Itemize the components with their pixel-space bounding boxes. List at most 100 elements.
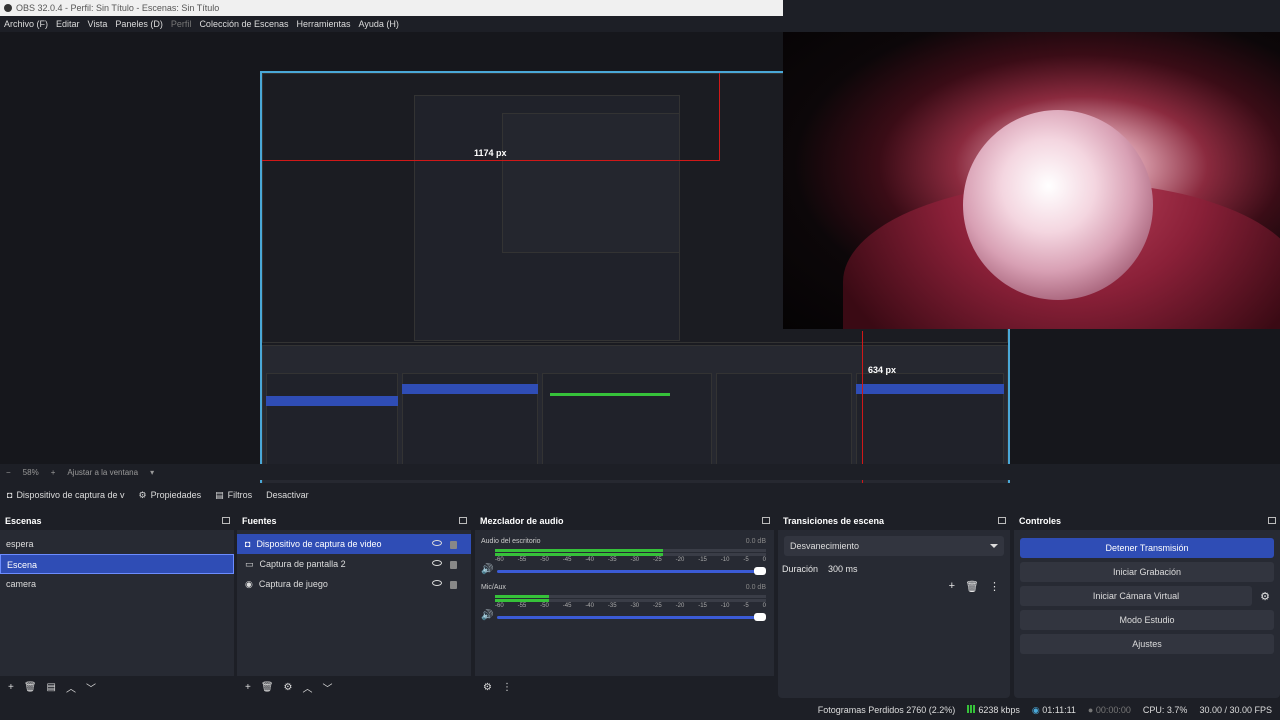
trash-icon[interactable]: 🗑 bbox=[965, 580, 979, 593]
mixer-header: Mezclador de audio bbox=[475, 512, 774, 530]
fit-dropdown-icon[interactable]: ▾ bbox=[150, 468, 154, 477]
eye-icon[interactable] bbox=[432, 560, 442, 566]
meter-tick-label: -35 bbox=[607, 557, 617, 563]
webcam-feed bbox=[783, 32, 1280, 329]
meter-tick-label: 0 bbox=[762, 557, 766, 563]
scene-item-espera[interactable]: espera bbox=[0, 534, 234, 554]
add-icon[interactable]: + bbox=[949, 580, 955, 593]
move-up-icon[interactable]: ︿ bbox=[66, 680, 76, 695]
eye-icon[interactable] bbox=[432, 540, 442, 546]
channel-name: Audio del escritorio bbox=[481, 538, 541, 545]
speaker-icon[interactable]: 🔊 bbox=[481, 610, 493, 621]
dock-menu-icon[interactable] bbox=[998, 517, 1006, 524]
scenes-footer: + 🗑 ▤ ︿ ﹀ bbox=[0, 676, 234, 698]
mixer-channel-desktop: Audio del escritorio 0.0 dB -60 -55 -50 -45… bbox=[475, 534, 774, 580]
zoom-bar: − 58% + Ajustar a la ventana ▾ bbox=[0, 464, 1280, 480]
preview-area[interactable]: 1174 px 634 px bbox=[0, 32, 1280, 494]
settings-button[interactable]: Ajustes bbox=[1020, 634, 1274, 654]
menu-herramientas[interactable]: Herramientas bbox=[293, 16, 355, 32]
more-vertical-icon[interactable]: ⋮ bbox=[502, 682, 512, 693]
deactivate-button[interactable]: Desactivar bbox=[259, 484, 316, 506]
meter-level bbox=[495, 553, 664, 556]
lock-icon[interactable] bbox=[450, 581, 457, 589]
more-vertical-icon[interactable]: ⋮ bbox=[989, 580, 1000, 593]
gear-icon[interactable]: ⚙ bbox=[284, 682, 293, 693]
meter-tick-label: -40 bbox=[585, 557, 594, 563]
meter-tick-label: 0 bbox=[762, 603, 766, 609]
advanced-audio-icon[interactable]: ⚙ bbox=[483, 682, 492, 693]
menu-perfil[interactable]: Perfil bbox=[167, 16, 196, 32]
menu-archivo[interactable]: Archivo (F) bbox=[0, 16, 52, 32]
gamepad-icon: ◉ bbox=[245, 579, 253, 589]
filters-button[interactable]: ▤ Filtros bbox=[208, 484, 259, 506]
monitor-icon: ▭ bbox=[245, 559, 254, 569]
filters-label: Filtros bbox=[227, 490, 253, 500]
lock-icon[interactable] bbox=[450, 541, 457, 549]
width-guide bbox=[262, 160, 720, 161]
obs-logo-icon bbox=[4, 4, 12, 12]
gear-icon[interactable]: ⚙ bbox=[1260, 590, 1270, 603]
start-virtual-cam-button[interactable]: Iniciar Cámara Virtual bbox=[1020, 586, 1252, 606]
scene-item-camera[interactable]: camera bbox=[0, 574, 234, 594]
start-recording-button[interactable]: Iniciar Grabación bbox=[1020, 562, 1274, 582]
move-down-icon[interactable]: ﹀ bbox=[86, 680, 96, 695]
transitions-header: Transiciones de escena bbox=[778, 512, 1010, 530]
meter-tick-label: -5 bbox=[743, 603, 749, 609]
dock-menu-icon[interactable] bbox=[459, 517, 467, 524]
dock-menu-icon[interactable] bbox=[762, 517, 770, 524]
eye-icon[interactable] bbox=[432, 580, 442, 586]
sources-header: Fuentes bbox=[237, 512, 471, 530]
scene-item-escena[interactable]: Escena bbox=[0, 554, 234, 574]
menu-vista[interactable]: Vista bbox=[84, 16, 112, 32]
nested-source-selected bbox=[402, 384, 538, 394]
lock-icon[interactable] bbox=[450, 561, 457, 569]
source-item[interactable]: ◉ Captura de juego bbox=[237, 574, 471, 594]
move-down-icon[interactable]: ﹀ bbox=[323, 680, 333, 695]
volume-slider-knob[interactable] bbox=[754, 613, 766, 621]
fit-to-window[interactable]: Ajustar a la ventana bbox=[67, 468, 138, 477]
meter-tick-label: -35 bbox=[607, 603, 617, 609]
stop-stream-button[interactable]: Detener Transmisión bbox=[1020, 538, 1274, 558]
add-icon[interactable]: + bbox=[8, 682, 14, 693]
nested-scene-selected bbox=[266, 396, 398, 406]
camera-icon: ◘ bbox=[7, 490, 13, 500]
menu-coleccion-escenas[interactable]: Colección de Escenas bbox=[195, 16, 292, 32]
duration-input[interactable]: 300 ms bbox=[828, 564, 858, 574]
camera-icon: ◘ bbox=[245, 539, 251, 549]
duration-row: Duración 300 ms bbox=[778, 558, 1010, 580]
zoom-in-button[interactable]: + bbox=[51, 468, 56, 477]
transition-select[interactable]: Desvanecimiento bbox=[784, 536, 1004, 556]
trash-icon[interactable]: 🗑 bbox=[24, 682, 37, 693]
volume-slider[interactable] bbox=[497, 567, 766, 575]
speaker-icon[interactable]: 🔊 bbox=[481, 564, 493, 575]
meter-tick-label: -60 bbox=[495, 603, 504, 609]
dock-menu-icon[interactable] bbox=[222, 517, 230, 524]
volume-slider-knob[interactable] bbox=[754, 567, 766, 575]
source-name: ◘ Dispositivo de captura de v bbox=[0, 484, 132, 506]
scenes-dock: Escenas espera Escena camera + 🗑 ▤ ︿ ﹀ bbox=[0, 512, 234, 698]
menu-paneles[interactable]: Paneles (D) bbox=[111, 16, 167, 32]
source-item[interactable]: ◘ Dispositivo de captura de video bbox=[237, 534, 471, 554]
zoom-out-button[interactable]: − bbox=[6, 468, 11, 477]
menu-editar[interactable]: Editar bbox=[52, 16, 84, 32]
volume-slider[interactable] bbox=[497, 613, 766, 621]
move-up-icon[interactable]: ︿ bbox=[303, 680, 313, 695]
meter-tick-label: -15 bbox=[698, 557, 707, 563]
virtual-cam-row: Iniciar Cámara Virtual ⚙ bbox=[1014, 586, 1280, 606]
mixer-footer: ⚙ ⋮ bbox=[475, 676, 774, 698]
source-item[interactable]: ▭ Captura de pantalla 2 bbox=[237, 554, 471, 574]
meter-tick-label: -60 bbox=[495, 557, 504, 563]
transition-actions: + 🗑 ⋮ bbox=[778, 580, 1010, 593]
sources-dock: Fuentes ◘ Dispositivo de captura de vide… bbox=[237, 512, 471, 698]
filter-icon[interactable]: ▤ bbox=[47, 682, 56, 693]
source-toolbar: ◘ Dispositivo de captura de v ⚙ Propieda… bbox=[0, 483, 1280, 507]
transitions-body: Desvanecimiento Duración 300 ms + 🗑 ⋮ bbox=[778, 534, 1010, 676]
properties-button[interactable]: ⚙ Propiedades bbox=[132, 484, 209, 506]
add-icon[interactable]: + bbox=[245, 682, 251, 693]
studio-mode-button[interactable]: Modo Estudio bbox=[1020, 610, 1274, 630]
menu-ayuda[interactable]: Ayuda (H) bbox=[355, 16, 403, 32]
trash-icon[interactable]: 🗑 bbox=[261, 682, 274, 693]
scenes-header: Escenas bbox=[0, 512, 234, 530]
dock-menu-icon[interactable] bbox=[1268, 517, 1276, 524]
controls-body: Detener Transmisión Iniciar Grabación In… bbox=[1014, 534, 1280, 676]
